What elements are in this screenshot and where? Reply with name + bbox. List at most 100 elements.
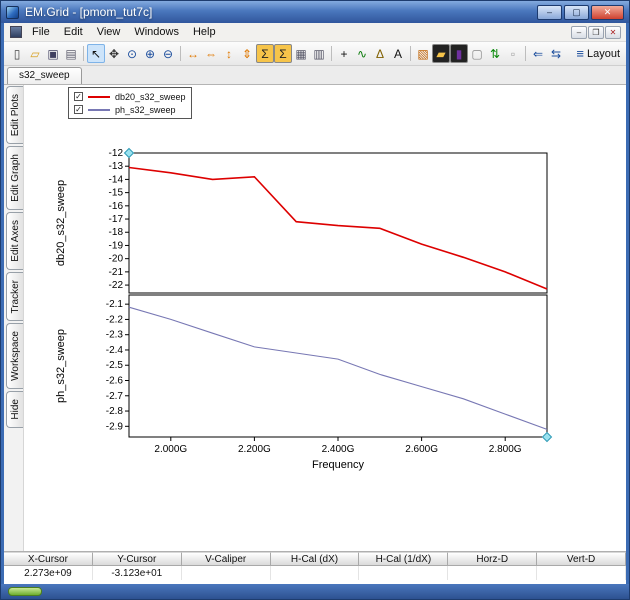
plot-style-icon[interactable]: ▧	[414, 44, 432, 63]
sum-x-icon[interactable]: Σ	[256, 44, 274, 63]
y-tick-label: -16	[109, 201, 124, 212]
legend-item-db20-s32-sweep[interactable]: ✓db20_s32_sweep	[74, 90, 186, 103]
toolbar-separator	[331, 46, 332, 61]
sum-y-icon[interactable]: Σ	[274, 44, 292, 63]
app-window: EM.Grid - [pmom_tut7c] – ▢ ✕ FileEditVie…	[0, 0, 630, 600]
zoom-in-icon[interactable]: ⊕	[141, 44, 159, 63]
new-document-icon[interactable]: ▯	[8, 44, 26, 63]
y-tick-label: -21	[109, 267, 124, 278]
scale-axes-icon[interactable]: ⇅	[486, 44, 504, 63]
delta-cursor-icon[interactable]: Δ	[371, 44, 389, 63]
document-icon[interactable]	[10, 26, 22, 38]
legend-item-ph-s32-sweep[interactable]: ✓ph_s32_sweep	[74, 103, 186, 116]
y-tick-label: -2.8	[106, 406, 124, 417]
status-header-h-cal-dx[interactable]: H-Cal (dX)	[271, 552, 360, 566]
status-header-horz-d[interactable]: Horz-D	[448, 552, 537, 566]
x-tick-label: 2.400G	[322, 444, 355, 455]
status-header-vert-d[interactable]: Vert-D	[537, 552, 626, 566]
layout-label: Layout	[587, 48, 620, 60]
status-value-5	[448, 566, 537, 580]
tab-strip: s32_sweep	[4, 66, 626, 85]
status-header-y-cursor[interactable]: Y-Cursor	[93, 552, 182, 566]
curve-fit-icon[interactable]: ∿	[353, 44, 371, 63]
dark-plot-icon[interactable]: ▰	[432, 44, 450, 63]
y-tick-label: -2.1	[106, 299, 124, 310]
mdi-restore-button[interactable]: ❐	[588, 26, 604, 39]
zoom-out-icon[interactable]: ⊖	[159, 44, 177, 63]
status-header-x-cursor[interactable]: X-Cursor	[4, 552, 93, 566]
plot-canvas[interactable]: -12-13-14-15-16-17-18-19-20-21-22db20_s3…	[24, 85, 628, 551]
menu-edit[interactable]: Edit	[57, 24, 90, 40]
title-bar[interactable]: EM.Grid - [pmom_tut7c] – ▢ ✕	[1, 1, 629, 23]
side-tab-strip: Edit Plots Edit Graph Edit Axes Tracker Work…	[4, 85, 24, 551]
status-value-0: 2.273e+09	[4, 566, 93, 580]
y-tick-label: -17	[109, 214, 124, 225]
side-tab-edit-plots[interactable]: Edit Plots	[6, 86, 23, 144]
side-tab-label: Workspace	[10, 331, 21, 381]
legend-line-sample	[88, 109, 110, 111]
y-tick-label: -2.4	[106, 345, 124, 356]
pan-hand-icon[interactable]: ✥	[105, 44, 123, 63]
add-marker-icon[interactable]: +	[335, 44, 353, 63]
status-header-h-cal-1-dx[interactable]: H-Cal (1/dX)	[359, 552, 448, 566]
y-tick-label: -2.6	[106, 376, 124, 387]
select-pointer-icon[interactable]: ↖	[87, 44, 105, 63]
menu-view[interactable]: View	[90, 24, 128, 40]
save-icon[interactable]: ▣	[44, 44, 62, 63]
side-tab-label: Hide	[10, 399, 21, 420]
plot-area: ✓db20_s32_sweep✓ph_s32_sweep -12-13-14-1…	[24, 85, 626, 551]
menu-help[interactable]: Help	[186, 24, 223, 40]
mdi-close-button[interactable]: ✕	[605, 26, 621, 39]
menu-windows[interactable]: Windows	[127, 24, 186, 40]
side-tab-workspace[interactable]: Workspace	[6, 323, 23, 389]
fit-y-icon[interactable]: ↕	[220, 44, 238, 63]
open-folder-icon[interactable]: ▱	[26, 44, 44, 63]
status-value-3	[271, 566, 360, 580]
mdi-minimize-button[interactable]: –	[571, 26, 587, 39]
side-tab-label: Tracker	[10, 280, 21, 314]
fit-y-limits-icon[interactable]: ⇕	[238, 44, 256, 63]
legend-checkbox[interactable]: ✓	[74, 92, 83, 101]
y-axis-label-db20-s32-sweep: db20_s32_sweep	[55, 180, 67, 266]
layout-toggle[interactable]: ≡ Layout	[576, 46, 622, 61]
mdi-window-controls: – ❐ ✕	[571, 26, 623, 39]
print-icon[interactable]: ▤	[62, 44, 80, 63]
y-tick-label: -14	[109, 174, 124, 185]
minimize-button[interactable]: –	[537, 5, 562, 20]
menu-file[interactable]: File	[25, 24, 57, 40]
x-tick-label: 2.800G	[489, 444, 522, 455]
toolbar-separator	[525, 46, 526, 61]
legend-checkbox[interactable]: ✓	[74, 105, 83, 114]
y-tick-label: -19	[109, 240, 124, 251]
maximize-button[interactable]: ▢	[564, 5, 589, 20]
window-bottom-frame	[1, 584, 629, 599]
close-button[interactable]: ✕	[591, 5, 624, 20]
layout-icon: ≡	[576, 46, 584, 61]
side-tab-label: Edit Plots	[10, 94, 21, 136]
toolbar-separator	[83, 46, 84, 61]
side-tab-edit-graph[interactable]: Edit Graph	[6, 146, 23, 210]
tab-s32-sweep[interactable]: s32_sweep	[7, 67, 82, 84]
legend: ✓db20_s32_sweep✓ph_s32_sweep	[68, 87, 192, 119]
data-table-icon[interactable]: ▥	[310, 44, 328, 63]
fit-x-icon[interactable]: ↔	[184, 44, 202, 63]
y-tick-label: -2.3	[106, 330, 124, 341]
side-tab-label: Edit Graph	[10, 154, 21, 202]
zoom-window-icon[interactable]: ⊙	[123, 44, 141, 63]
spectrum-plot-icon[interactable]: ▮	[450, 44, 468, 63]
fit-x-limits-icon[interactable]: ⇔	[202, 44, 220, 63]
status-indicator	[8, 587, 42, 596]
legend-line-sample	[88, 96, 110, 98]
status-header-v-caliper[interactable]: V-Caliper	[182, 552, 271, 566]
side-tab-hide[interactable]: Hide	[6, 391, 23, 428]
swap-axes-icon[interactable]: ⇆	[547, 44, 565, 63]
light-plot-icon[interactable]: ▢	[468, 44, 486, 63]
side-tab-edit-axes[interactable]: Edit Axes	[6, 212, 23, 270]
side-tab-tracker[interactable]: Tracker	[6, 272, 23, 322]
text-annotation-icon[interactable]: A	[389, 44, 407, 63]
grid-table-icon[interactable]: ▦	[292, 44, 310, 63]
previous-view-icon[interactable]: ⇐	[529, 44, 547, 63]
y-tick-label: -15	[109, 188, 124, 199]
app-icon[interactable]	[6, 6, 19, 19]
blank-view-icon[interactable]: ▫	[504, 44, 522, 63]
